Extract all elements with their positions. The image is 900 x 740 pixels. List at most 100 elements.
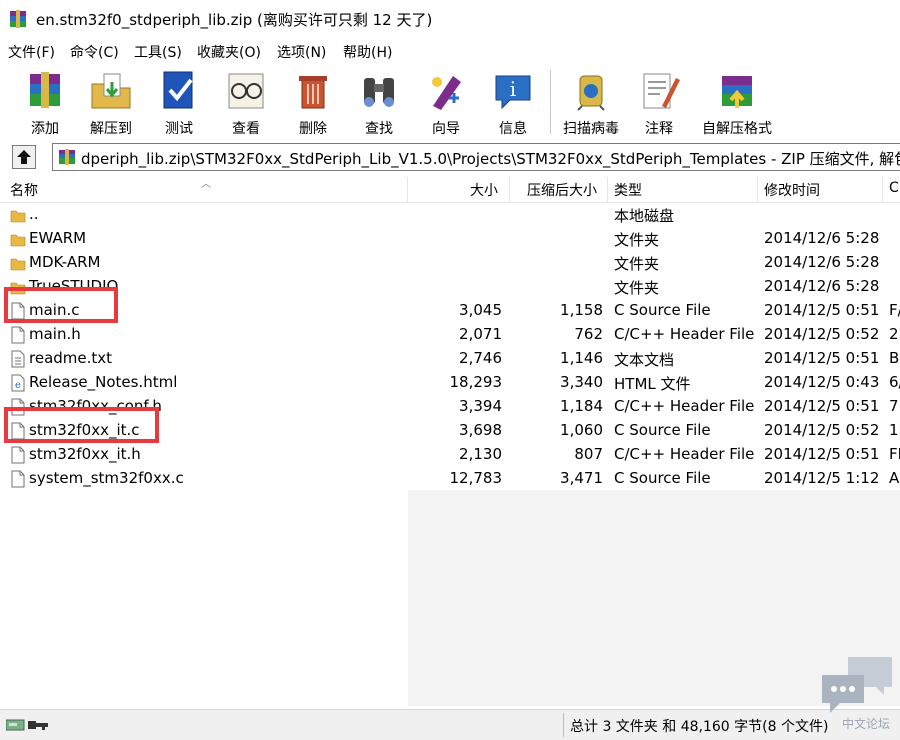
file-row[interactable]: .. 本地磁盘 <box>0 203 900 227</box>
file-size: 2,130 <box>459 445 502 463</box>
file-crc: A <box>889 469 900 487</box>
file-row[interactable]: main.h 2,071 762 C/C++ Header File 2014/12/5… <box>0 323 900 347</box>
file-type: C/C++ Header File <box>614 397 755 415</box>
up-arrow-icon <box>17 150 31 164</box>
winrar-app-icon[interactable] <box>8 9 28 29</box>
comment-button[interactable]: 注释 <box>628 66 690 138</box>
title-bar: en.stm32f0_stdperiph_lib.zip (离购买许可只剩 12… <box>0 0 900 38</box>
file-packed-size: 1,146 <box>560 349 603 367</box>
wizard-button[interactable]: 向导 <box>415 66 477 138</box>
header-divider[interactable] <box>882 177 883 202</box>
file-type: 本地磁盘 <box>614 207 675 225</box>
file-row[interactable]: readme.txt 2,746 1,146 文本文档 2014/12/5 0:51 B( <box>0 347 900 371</box>
folder-icon <box>10 206 26 224</box>
file-name: main.h <box>29 325 81 343</box>
scan-virus-label: 扫描病毒 <box>563 121 619 137</box>
col-packed[interactable]: 压缩后大小 <box>527 180 597 200</box>
zip-archive-icon <box>59 149 75 165</box>
html-file-icon: e <box>10 374 26 392</box>
file-size: 12,783 <box>449 469 503 487</box>
header-divider[interactable] <box>509 177 510 202</box>
file-name: readme.txt <box>29 349 113 367</box>
scan-virus-button[interactable]: 扫描病毒 <box>560 66 622 138</box>
header-divider[interactable] <box>757 177 758 202</box>
file-row[interactable]: stm32f0xx_it.h 2,130 807 C/C++ Header File 2… <box>0 443 900 467</box>
file-modified: 2014/12/6 5:28 <box>764 277 880 295</box>
header-divider[interactable] <box>607 177 608 202</box>
toolbar-separator <box>550 70 551 134</box>
file-packed-size: 3,471 <box>560 469 603 487</box>
col-size[interactable]: 大小 <box>470 180 498 200</box>
svg-text:i: i <box>510 77 516 101</box>
extract-to-button[interactable]: 解压到 <box>80 66 142 138</box>
file-size: 2,071 <box>459 325 502 343</box>
menu-help[interactable]: 帮助(H) <box>343 42 392 62</box>
file-packed-size: 1,060 <box>560 421 603 439</box>
sfx-label: 自解压格式 <box>702 121 772 137</box>
file-crc: F/ <box>889 301 900 319</box>
column-header: ︿ 名称 大小 压缩后大小 类型 修改时间 C <box>0 177 900 203</box>
file-type: C/C++ Header File <box>614 325 755 343</box>
file-crc: FI <box>889 445 900 463</box>
file-name: MDK-ARM <box>29 253 101 271</box>
add-archive-icon <box>30 72 60 108</box>
file-modified: 2014/12/6 5:28 <box>764 229 880 247</box>
file-type: 文件夹 <box>614 279 660 297</box>
sort-up-icon: ︿ <box>201 179 211 190</box>
file-name: Release_Notes.html <box>29 373 178 391</box>
info-button[interactable]: i 信息 <box>482 66 544 138</box>
file-size: 2,746 <box>459 349 502 367</box>
file-name: EWARM <box>29 229 87 247</box>
file-row[interactable]: main.c 3,045 1,158 C Source File 2014/12/5 0… <box>0 299 900 323</box>
menu-favorites[interactable]: 收藏夹(O) <box>197 42 261 62</box>
col-modified[interactable]: 修改时间 <box>764 180 820 200</box>
col-name[interactable]: 名称 <box>10 180 38 200</box>
file-row[interactable]: e Release_Notes.html 18,293 3,340 HTML 文件 201… <box>0 371 900 395</box>
wizard-label: 向导 <box>432 121 460 137</box>
view-label: 查看 <box>232 121 260 137</box>
col-type[interactable]: 类型 <box>614 180 642 200</box>
wizard-icon <box>432 76 461 110</box>
path-field[interactable]: dperiph_lib.zip\STM32F0xx_StdPeriph_Lib_… <box>52 143 900 171</box>
test-book-icon <box>163 71 193 109</box>
delete-icon <box>299 76 327 109</box>
file-modified: 2014/12/5 0:51 <box>764 397 880 415</box>
file-packed-size: 1,158 <box>560 301 603 319</box>
menu-commands[interactable]: 命令(C) <box>70 42 119 62</box>
header-divider[interactable] <box>407 177 408 202</box>
view-button[interactable]: 查看 <box>215 66 277 138</box>
file-crc: 6/ <box>889 373 900 391</box>
archive-path: dperiph_lib.zip\STM32F0xx_StdPeriph_Lib_… <box>81 150 900 168</box>
extract-folder-icon <box>91 73 131 109</box>
info-icon: i <box>495 75 531 110</box>
file-modified: 2014/12/5 1:12 <box>764 469 880 487</box>
file-type: C Source File <box>614 301 711 319</box>
chat-bubbles-icon <box>822 657 892 713</box>
file-row[interactable]: TrueSTUDIO 文件夹 2014/12/6 5:28 <box>0 275 900 299</box>
menu-file[interactable]: 文件(F) <box>8 42 55 62</box>
up-folder-button[interactable] <box>12 145 36 169</box>
extract-to-label: 解压到 <box>90 121 132 137</box>
file-row[interactable]: EWARM 文件夹 2014/12/6 5:28 <box>0 227 900 251</box>
find-button[interactable]: 查找 <box>348 66 410 138</box>
highlight-box <box>4 407 159 443</box>
test-button[interactable]: 测试 <box>148 66 210 138</box>
file-icon <box>10 446 26 464</box>
file-row[interactable]: MDK-ARM 文件夹 2014/12/6 5:28 <box>0 251 900 275</box>
menu-options[interactable]: 选项(N) <box>277 42 326 62</box>
menu-tools[interactable]: 工具(S) <box>134 42 182 62</box>
find-binoculars-icon <box>364 78 394 107</box>
file-modified: 2014/12/6 5:28 <box>764 253 880 271</box>
col-crc[interactable]: C <box>889 180 899 196</box>
add-button[interactable]: 添加 <box>14 66 76 138</box>
file-modified: 2014/12/5 0:51 <box>764 301 880 319</box>
file-modified: 2014/12/5 0:43 <box>764 373 880 391</box>
watermark-text: 中文论坛 <box>842 717 891 731</box>
text-file-icon <box>10 350 26 368</box>
delete-button[interactable]: 删除 <box>282 66 344 138</box>
file-crc: 2I <box>889 325 900 343</box>
sfx-button[interactable]: 自解压格式 <box>700 66 774 138</box>
file-type: C Source File <box>614 469 711 487</box>
file-name: stm32f0xx_it.h <box>29 445 141 463</box>
file-row[interactable]: system_stm32f0xx.c 12,783 3,471 C Source Fi… <box>0 467 900 491</box>
